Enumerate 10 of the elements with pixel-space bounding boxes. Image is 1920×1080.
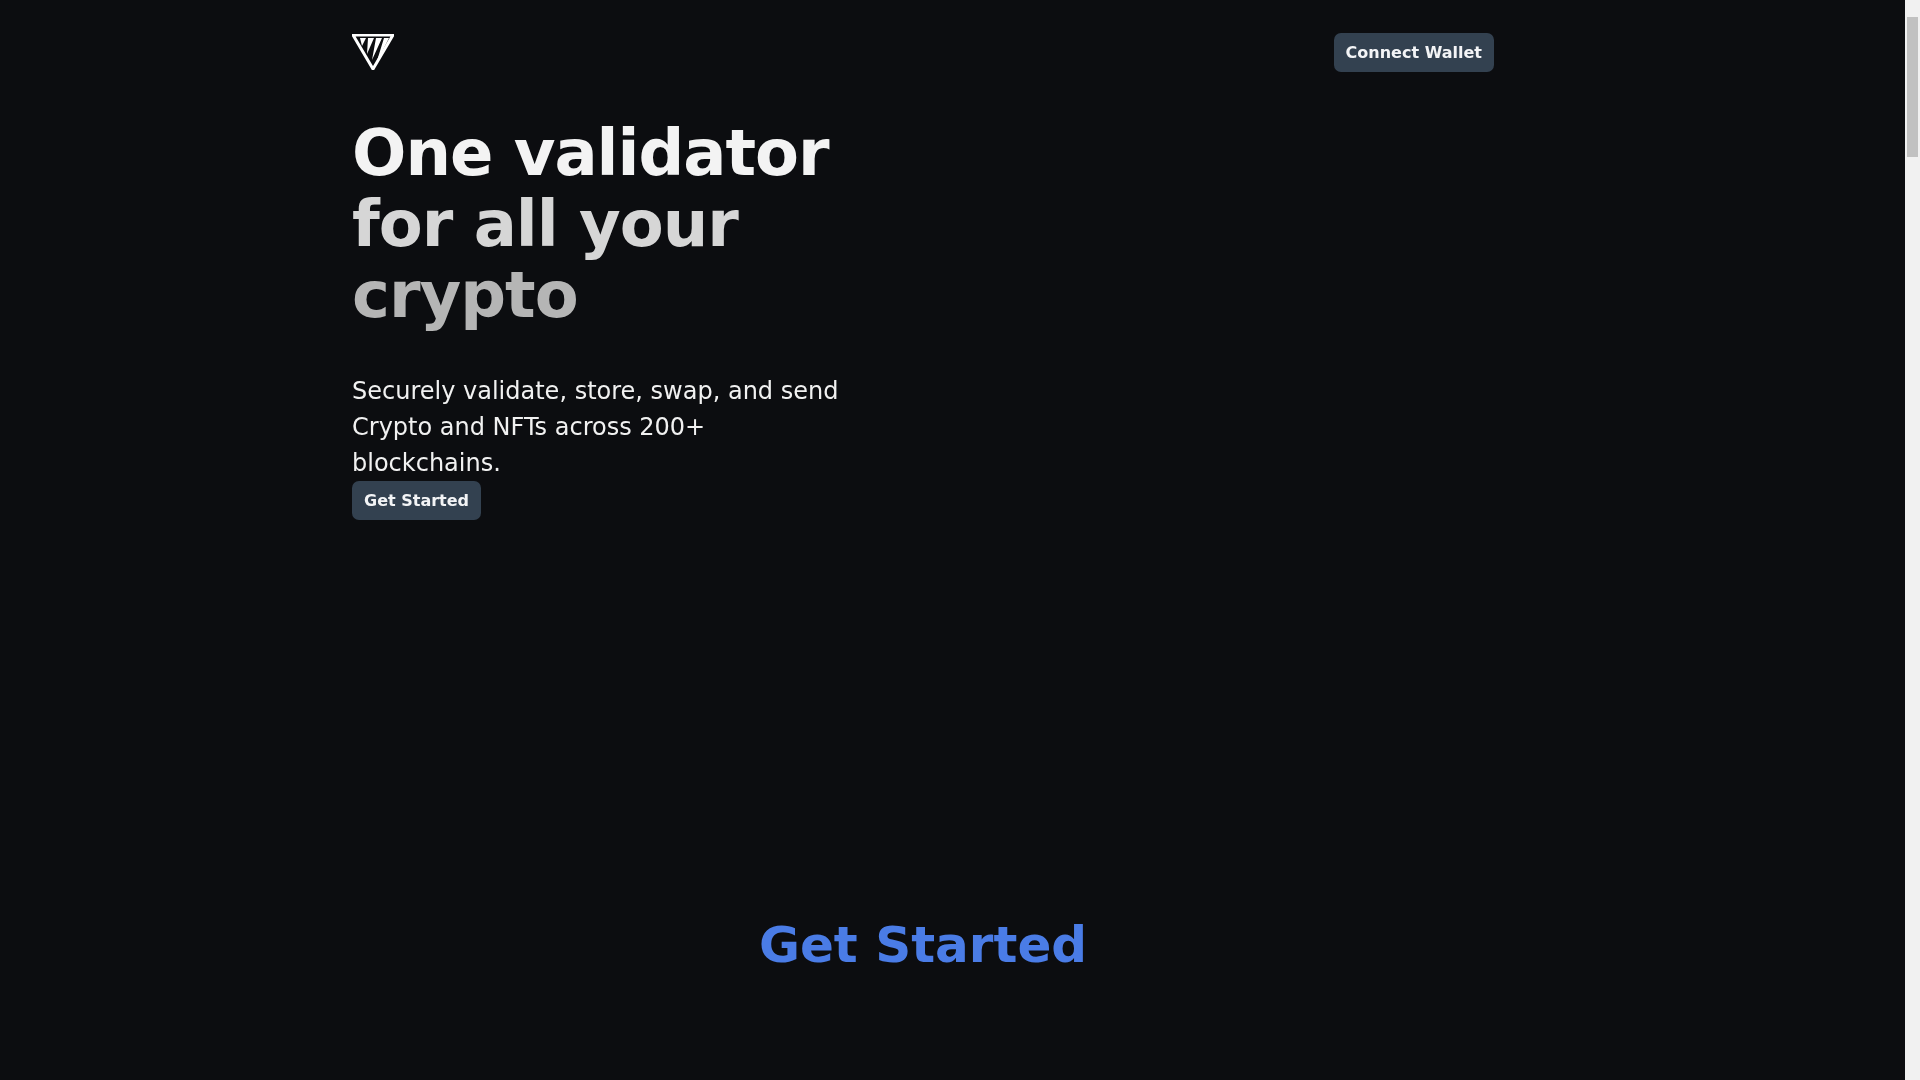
connect-wallet-button[interactable]: Connect Wallet [1333, 32, 1494, 72]
scrollbar-thumb[interactable] [1907, 17, 1918, 157]
hero-description: Securely validate, store, swap, and send Crypto and NFTs across 200+ blockchains. [352, 376, 840, 479]
logo-icon [352, 34, 394, 70]
get-started-button[interactable]: Get Started [352, 481, 481, 520]
section-title: Get Started [758, 916, 1088, 974]
headline-line: One validator [352, 118, 829, 189]
scrollbar[interactable] [1905, 0, 1920, 1080]
headline-line: crypto [352, 260, 578, 331]
headline-line: for all your [352, 189, 738, 260]
